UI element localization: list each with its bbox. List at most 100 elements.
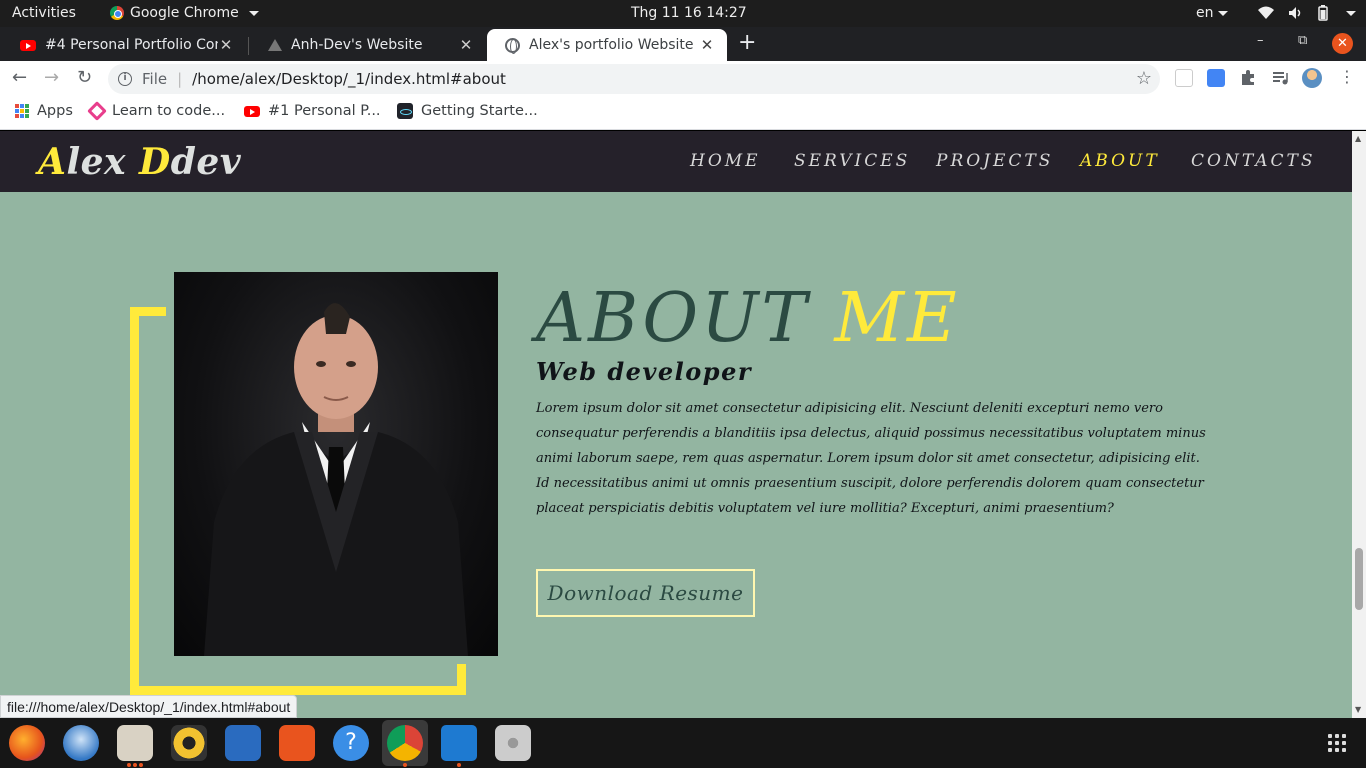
running-indicator [457, 763, 461, 767]
clock[interactable]: Thg 11 16 14:27 [631, 5, 747, 21]
back-button[interactable]: ← [12, 67, 27, 88]
tab-title: Alex's portfolio Website [529, 37, 694, 53]
new-tab-button[interactable]: + [738, 30, 756, 55]
nav-about[interactable]: ABOUT [1080, 151, 1160, 171]
decorative-frame [130, 307, 139, 695]
running-indicator [133, 763, 137, 767]
bookmark-star-icon[interactable]: ☆ [1136, 68, 1152, 89]
site-navbar: Alex Ddev HOME SERVICES PROJECTS ABOUT C… [0, 131, 1352, 192]
nav-contacts[interactable]: CONTACTS [1191, 151, 1316, 171]
bookmark-label: Getting Starte... [421, 103, 538, 119]
scroll-up-icon[interactable]: ▲ [1355, 134, 1361, 143]
triangle-icon [268, 39, 282, 51]
reload-button[interactable]: ↻ [77, 67, 92, 88]
ubuntu-dock: ? [0, 718, 1366, 768]
scrollbar-thumb[interactable] [1355, 548, 1363, 610]
close-tab-icon[interactable]: ✕ [458, 36, 474, 54]
decorative-frame [457, 664, 466, 695]
bookmark-getting-started[interactable]: Getting Starte... [397, 103, 538, 119]
apps-grid-icon [15, 104, 29, 118]
running-indicator [139, 763, 143, 767]
tab-alex-portfolio[interactable]: Alex's portfolio Website ✕ [487, 29, 727, 61]
software-icon[interactable] [279, 725, 315, 761]
tab-divider [248, 37, 249, 55]
running-indicator [403, 763, 407, 767]
logo-text: dev [170, 141, 242, 183]
youtube-icon [20, 39, 36, 51]
logo-initial-a: A [38, 141, 67, 183]
puzzle-extensions-icon[interactable] [1239, 69, 1257, 87]
input-language[interactable]: en [1196, 5, 1228, 21]
running-indicator [127, 763, 131, 767]
url-text[interactable]: /home/alex/Desktop/_1/index.html#about [192, 70, 506, 88]
app-menu[interactable]: Google Chrome [110, 5, 259, 21]
more-menu-icon[interactable]: ⋮ [1339, 67, 1355, 86]
bookmark-personal-portfolio[interactable]: #1 Personal P... [244, 103, 381, 119]
browser-toolbar: ← → ↻ i File | /home/alex/Desktop/_1/ind… [0, 61, 1366, 97]
help-icon[interactable]: ? [333, 725, 369, 761]
bookmark-learn-to-code[interactable]: Learn to code... [87, 101, 225, 121]
battery-icon [1318, 5, 1328, 21]
avatar[interactable] [1302, 68, 1322, 88]
nav-services[interactable]: SERVICES [794, 151, 910, 171]
download-resume-button[interactable]: Download Resume [536, 569, 755, 617]
restore-button[interactable]: ⧉ [1298, 33, 1307, 48]
separator: | [177, 70, 183, 88]
address-bar[interactable]: i File | /home/alex/Desktop/_1/index.htm… [108, 64, 1160, 94]
disk-icon[interactable] [495, 725, 531, 761]
forward-button[interactable]: → [44, 67, 59, 88]
minimize-button[interactable]: – [1257, 33, 1264, 48]
tab-anh-dev-website[interactable]: Anh-Dev's Website ✕ [250, 29, 486, 61]
chrome-icon[interactable] [387, 725, 423, 761]
chevron-down-icon [248, 10, 259, 16]
libreoffice-writer-icon[interactable] [225, 725, 261, 761]
close-window-button[interactable]: ✕ [1332, 33, 1353, 54]
logo-initial-d: D [139, 141, 171, 183]
firefox-icon[interactable] [9, 725, 45, 761]
chevron-down-icon [1217, 10, 1228, 16]
freecodecamp-icon [87, 101, 107, 121]
decorative-frame [130, 307, 166, 316]
thunderbird-icon[interactable] [63, 725, 99, 761]
rhythmbox-icon[interactable] [171, 725, 207, 761]
bookmark-label: Apps [37, 103, 73, 119]
volume-icon [1289, 7, 1301, 19]
tab-portfolio-video[interactable]: #4 Personal Portfolio Con ✕ [2, 29, 246, 61]
bookmark-apps[interactable]: Apps [15, 103, 73, 119]
portrait-illustration [204, 303, 468, 656]
scroll-down-icon[interactable]: ▼ [1355, 705, 1361, 714]
system-top-bar: Activities Google Chrome Thg 11 16 14:27… [0, 0, 1366, 27]
profile-photo [174, 272, 498, 656]
google-translate-icon[interactable] [1207, 69, 1225, 87]
nav-projects[interactable]: PROJECTS [936, 151, 1053, 171]
extension-icon[interactable] [1175, 69, 1193, 87]
scheme-label: File [142, 70, 168, 88]
about-heading: ABOUT ME [536, 279, 960, 358]
page-viewport: Alex Ddev HOME SERVICES PROJECTS ABOUT C… [0, 131, 1352, 718]
app-menu-label: Google Chrome [130, 5, 239, 21]
nav-home[interactable]: HOME [690, 151, 761, 171]
job-title: Web developer [536, 357, 752, 386]
chrome-icon [110, 6, 124, 20]
chevron-down-icon [1346, 10, 1356, 16]
about-paragraph: Lorem ipsum dolor sit amet consectetur a… [536, 401, 1206, 516]
files-icon[interactable] [117, 725, 153, 761]
show-applications-button[interactable] [1328, 734, 1346, 752]
youtube-icon [244, 105, 260, 117]
page-scrollbar[interactable]: ▲ ▼ [1352, 131, 1366, 718]
tab-title: Anh-Dev's Website [291, 37, 423, 53]
react-icon [397, 103, 413, 119]
vscode-icon[interactable] [441, 725, 477, 761]
me-word: ME [834, 279, 960, 358]
info-icon[interactable]: i [118, 72, 132, 86]
system-tray[interactable] [1258, 5, 1356, 21]
media-control-icon[interactable] [1271, 69, 1289, 87]
close-tab-icon[interactable]: ✕ [699, 36, 715, 54]
close-tab-icon[interactable]: ✕ [218, 36, 234, 54]
tab-title: #4 Personal Portfolio Con [45, 37, 218, 53]
logo-text: lex [66, 141, 140, 183]
about-word: ABOUT [536, 279, 810, 358]
wifi-icon [1258, 6, 1274, 19]
activities-button[interactable]: Activities [12, 5, 76, 21]
site-logo[interactable]: Alex Ddev [38, 141, 241, 183]
